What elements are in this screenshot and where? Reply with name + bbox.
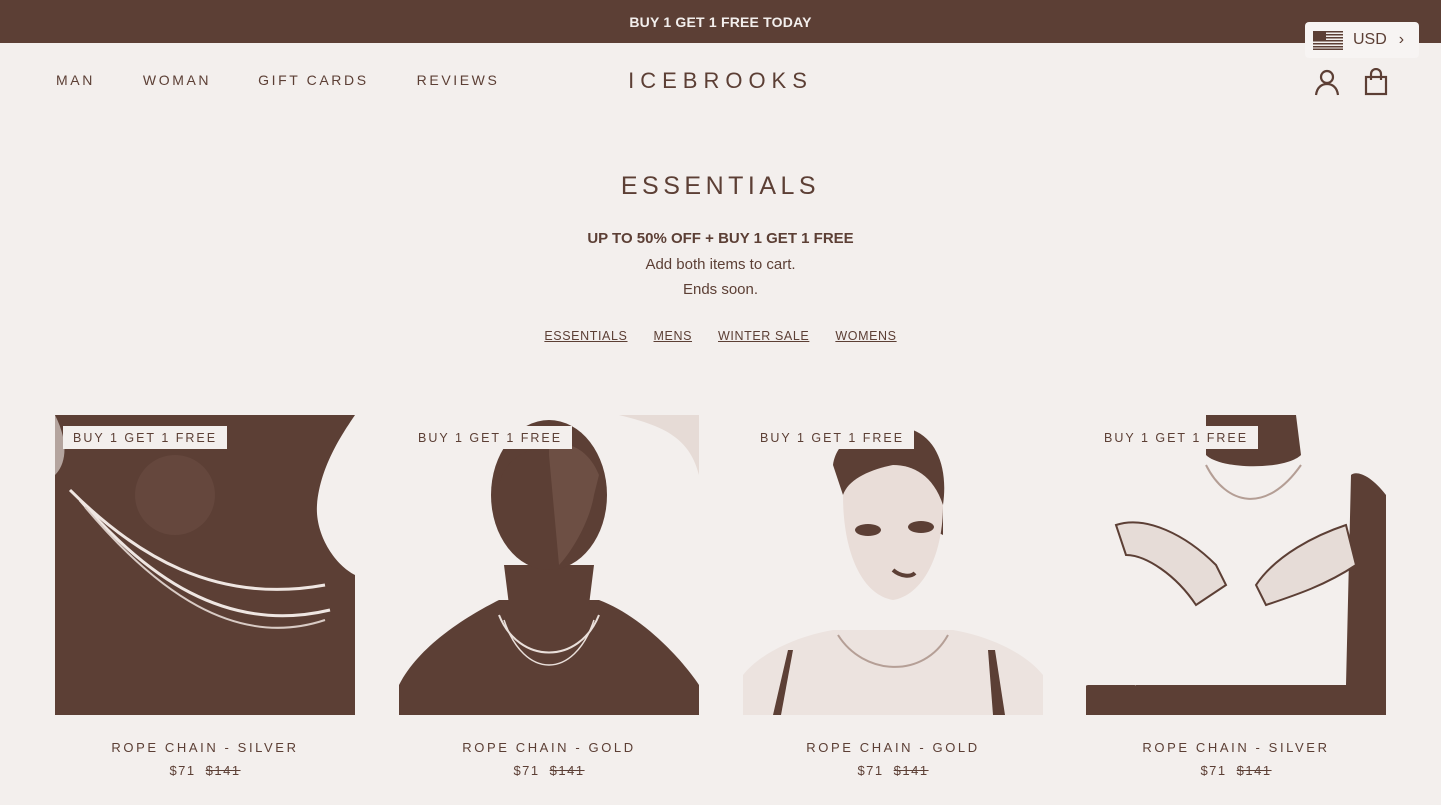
nav-item-man[interactable]: MAN — [56, 72, 95, 88]
filter-essentials[interactable]: ESSENTIALS — [544, 329, 627, 343]
product-badge: BUY 1 GET 1 FREE — [408, 426, 573, 449]
announcement-text: BUY 1 GET 1 FREE TODAY — [629, 13, 812, 30]
sale-price: $71 — [1200, 763, 1227, 778]
promo-headline: UP TO 50% OFF + BUY 1 GET 1 FREE — [587, 230, 854, 247]
sale-price: $71 — [857, 763, 884, 778]
original-price: $141 — [549, 763, 585, 778]
promo-line-1: Add both items to cart. — [645, 256, 796, 273]
sale-price: $71 — [169, 763, 196, 778]
product-price: $71 $141 — [55, 763, 355, 778]
product-price: $71 $141 — [399, 763, 699, 778]
nav-item-gift-cards[interactable]: GIFT CARDS — [258, 72, 369, 88]
product-title[interactable]: ROPE CHAIN - GOLD — [399, 740, 699, 755]
product-price: $71 $141 — [743, 763, 1043, 778]
currency-selector[interactable]: USD › — [1305, 22, 1419, 58]
product-photo-woman-gold-chain — [743, 415, 1043, 715]
product-title[interactable]: ROPE CHAIN - SILVER — [55, 740, 355, 755]
filter-mens[interactable]: MENS — [654, 329, 693, 343]
promo-line-2: Ends soon. — [682, 281, 759, 298]
product-card[interactable]: BUY 1 GET 1 FREE ROPE CHAIN - GOLD $71 $1… — [399, 415, 699, 778]
shopping-bag-icon[interactable] — [1363, 68, 1389, 96]
product-image[interactable]: BUY 1 GET 1 FREE — [1086, 415, 1386, 715]
original-price: $141 — [1236, 763, 1272, 778]
original-price: $141 — [893, 763, 929, 778]
account-icon[interactable] — [1314, 68, 1340, 96]
main-nav: MAN WOMAN GIFT CARDS REVIEWS — [56, 72, 547, 88]
brand-logo[interactable]: ICEBROOKS — [628, 68, 813, 93]
filter-winter-sale[interactable]: WINTER SALE — [718, 329, 809, 343]
product-image[interactable]: BUY 1 GET 1 FREE — [743, 415, 1043, 715]
product-badge: BUY 1 GET 1 FREE — [63, 426, 228, 449]
filter-womens[interactable]: WOMENS — [835, 329, 896, 343]
announcement-bar: BUY 1 GET 1 FREE TODAY — [0, 0, 1441, 43]
nav-item-reviews[interactable]: REVIEWS — [417, 72, 500, 88]
product-title[interactable]: ROPE CHAIN - GOLD — [743, 740, 1043, 755]
collection-filters: ESSENTIALS MENS WINTER SALE WOMENS — [0, 329, 1441, 343]
product-card[interactable]: BUY 1 GET 1 FREE ROPE CHAIN - SILVER $71… — [55, 415, 355, 778]
product-photo-neck-silver-chain-2 — [1086, 415, 1386, 715]
product-photo-neck-silver-chain — [55, 415, 355, 715]
us-flag-icon — [1313, 30, 1343, 50]
currency-code: USD — [1353, 31, 1387, 48]
chevron-right-icon: › — [1398, 31, 1405, 48]
product-card[interactable]: BUY 1 GET 1 FREE ROPE CHAIN - SILVER $71… — [1086, 415, 1386, 778]
product-badge: BUY 1 GET 1 FREE — [750, 426, 915, 449]
product-photo-man-gold-chain — [399, 415, 699, 715]
nav-item-woman[interactable]: WOMAN — [143, 72, 211, 88]
product-image[interactable]: BUY 1 GET 1 FREE — [55, 415, 355, 715]
product-card[interactable]: BUY 1 GET 1 FREE ROPE CHAIN - GOLD $71 $1… — [743, 415, 1043, 778]
product-title[interactable]: ROPE CHAIN - SILVER — [1086, 740, 1386, 755]
sale-price: $71 — [513, 763, 540, 778]
product-price: $71 $141 — [1086, 763, 1386, 778]
product-badge: BUY 1 GET 1 FREE — [1094, 426, 1259, 449]
page-title: ESSENTIALS — [620, 172, 821, 200]
original-price: $141 — [205, 763, 241, 778]
product-image[interactable]: BUY 1 GET 1 FREE — [399, 415, 699, 715]
